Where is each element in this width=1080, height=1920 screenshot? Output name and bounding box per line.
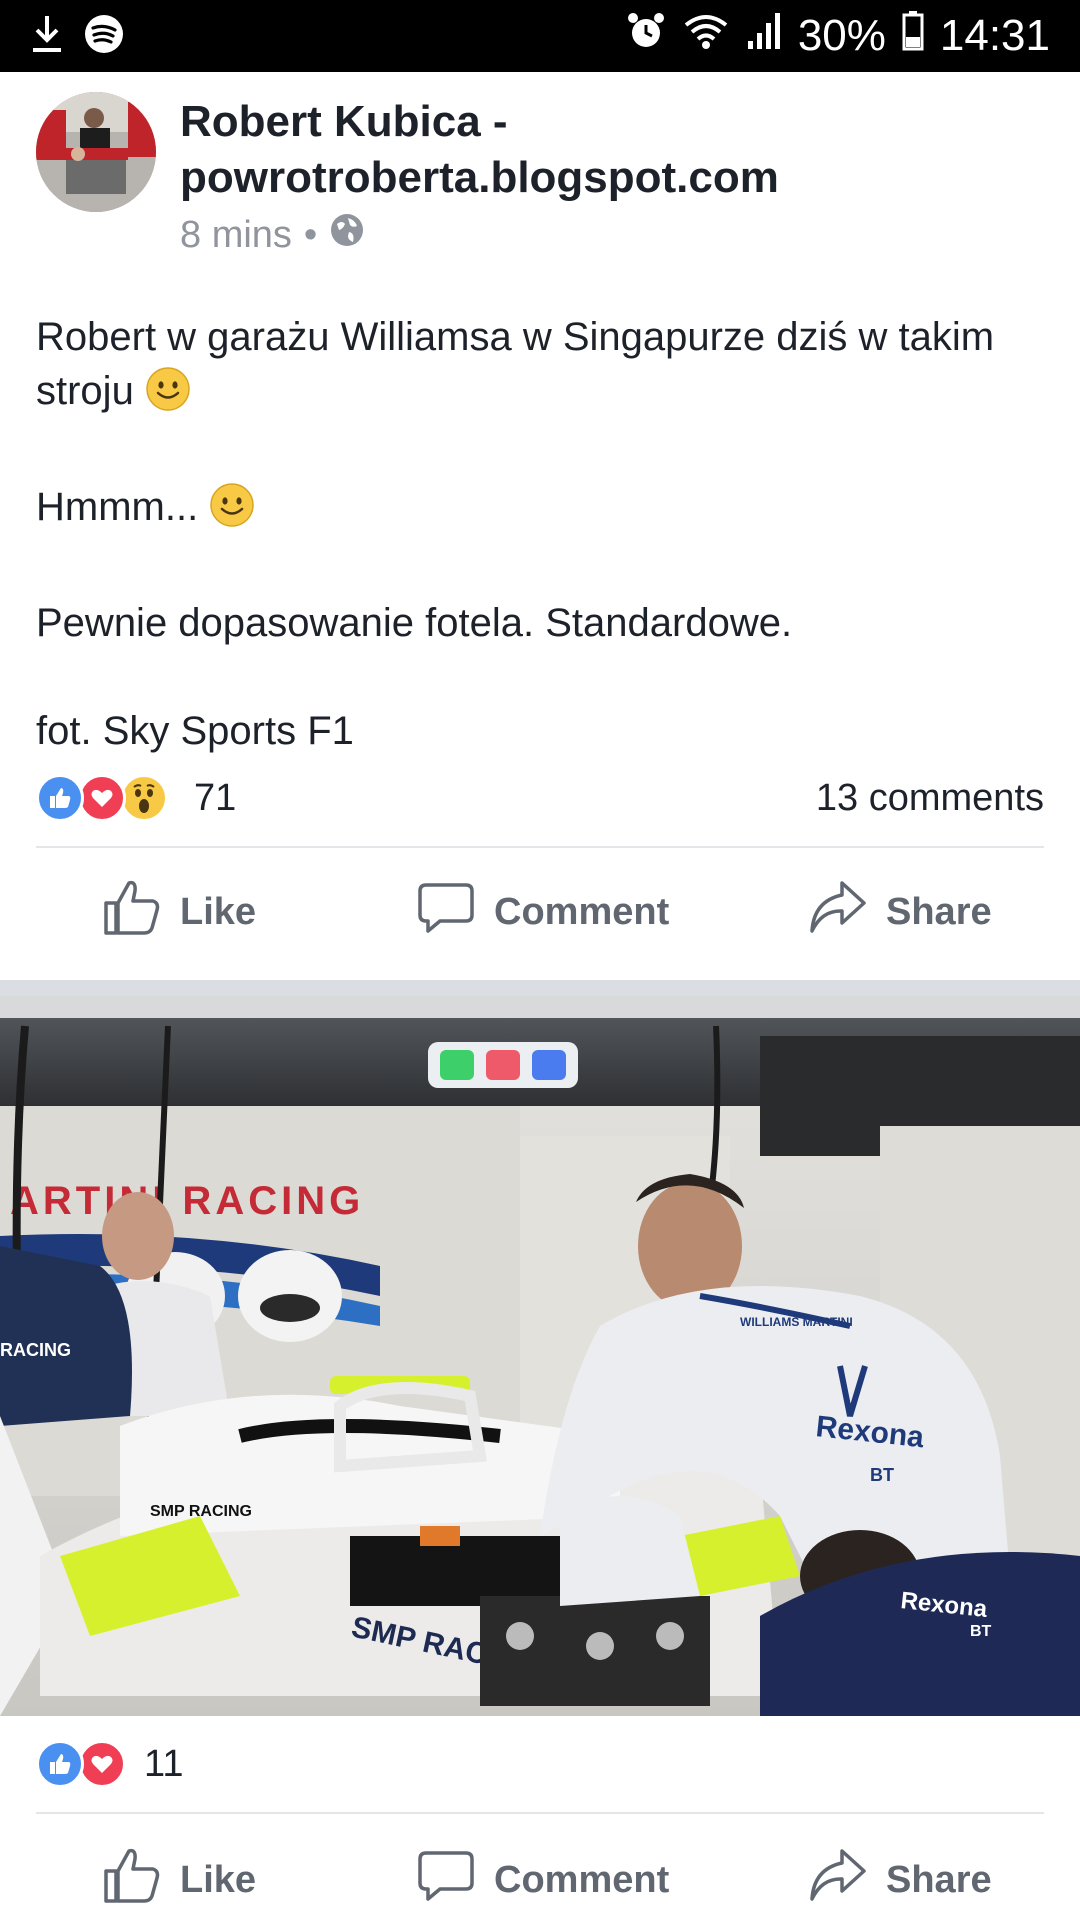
love-reaction-icon [78,1740,126,1788]
comment-bubble-icon [416,1845,476,1915]
comments-count[interactable]: 13 comments [816,772,1044,824]
status-bar: 30% 14:31 [0,0,1080,72]
share-button[interactable]: Share [808,862,992,962]
suit-text: WILLIAMS MARTINI [740,1315,853,1329]
bt-logo: BT [870,1465,894,1485]
divider [36,1812,1044,1814]
smile-emoji-icon [209,482,255,542]
clock: 14:31 [939,11,1050,60]
spotify-icon [84,14,124,59]
post-text: Robert w garażu Williamsa w Singapurze d… [36,310,1046,758]
like-reaction-icon [36,774,84,822]
like-reaction-icon [36,1740,84,1788]
alarm-icon [626,11,666,62]
action-bar: Like Comment Share [0,862,1080,962]
post-paragraph: fot. Sky Sports F1 [36,709,354,753]
wall-text: ARTINI RACING [10,1179,364,1223]
comment-label: Comment [494,1858,670,1901]
love-reaction-icon [78,774,126,822]
comment-button[interactable]: Comment [416,862,669,962]
globe-icon [329,212,365,258]
comment-button[interactable]: Comment [416,1830,669,1920]
meta-separator: • [303,213,318,256]
share-arrow-icon [808,1845,868,1915]
thumbs-up-icon [102,877,162,947]
post-header: Robert Kubica - powrotroberta.blogspot.c… [0,72,1080,272]
reactions-count[interactable]: 71 [194,772,236,824]
sponsor-smp-small: SMP RACING [150,1503,252,1520]
post-paragraph: Robert w garażu Williamsa w Singapurze d… [36,310,1046,426]
download-icon [30,14,64,59]
like-button[interactable]: Like [102,1830,256,1920]
wifi-icon [682,11,730,62]
post-photo[interactable]: ARTINI RACING RACING SMP RACING SMP RACI… [0,996,1080,1716]
signal-icon [746,11,782,62]
divider [36,846,1044,848]
like-label: Like [180,890,257,933]
photo-reactions-count[interactable]: 11 [144,1738,183,1790]
reactions-summary[interactable]: 71 13 comments [36,772,1044,824]
comment-bubble-icon [416,877,476,947]
like-button[interactable]: Like [102,862,256,962]
photo-action-bar: Like Comment Share [0,1830,1080,1920]
thumbs-up-icon [102,1845,162,1915]
share-label: Share [886,1858,992,1901]
page-name[interactable]: Robert Kubica - powrotroberta.blogspot.c… [180,94,1040,206]
bt-logo-back: BT [970,1623,992,1640]
avatar[interactable] [36,92,156,212]
post-time[interactable]: 8 mins [180,214,292,257]
battery-percentage: 30% [797,11,886,60]
post-separator [0,980,1080,996]
share-button[interactable]: Share [808,1830,992,1920]
smile-emoji-icon [145,366,191,426]
share-arrow-icon [808,877,868,947]
post-paragraph: Hmmm... [36,480,1046,542]
like-label: Like [180,1858,257,1901]
racing-label: RACING [0,1340,71,1360]
post-paragraph: Pewnie dopasowanie fotela. Standardowe. [36,601,793,645]
post-meta: 8 mins • [180,212,365,258]
wow-reaction-icon [120,774,168,822]
comment-label: Comment [494,890,670,933]
share-label: Share [886,890,992,933]
battery-icon [902,10,924,62]
